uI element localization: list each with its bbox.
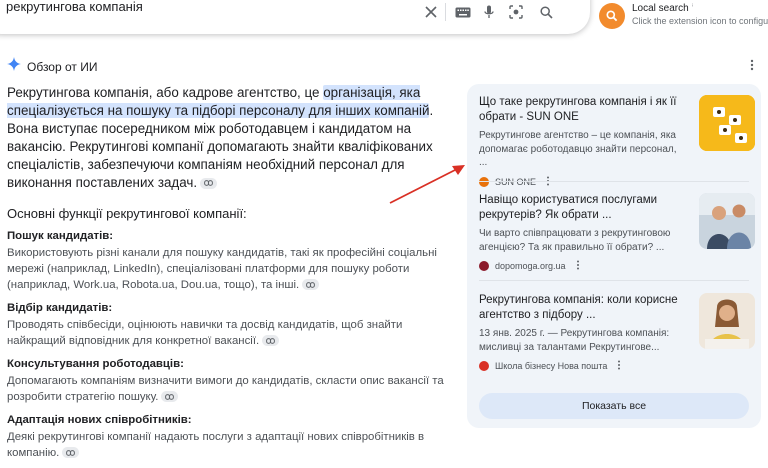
source-title[interactable]: Що таке рекрутингова компанія і як її об… (479, 95, 685, 125)
section-title: Консультування роботодавців: (7, 358, 184, 370)
ai-overview-header: Обзор от ИИ (7, 57, 97, 76)
source-divider (479, 280, 749, 281)
info-icon: ⁱ (691, 4, 693, 11)
source-snippet: 13 янв. 2025 г. — Рекрутингова компанія:… (479, 328, 670, 353)
close-icon[interactable] (421, 3, 441, 21)
source-snippet: Рекрутингове агентство – це компанія, як… (479, 130, 677, 168)
source-site: Школа бізнесу Нова пошта (495, 361, 608, 371)
source-item[interactable]: Навіщо користуватися послугами рекрутері… (479, 193, 755, 272)
more-options-icon[interactable] (576, 260, 580, 272)
section-body: Допомагають компаніям визначити вимоги д… (7, 375, 444, 403)
section-body: Деякі рекрутингові компанії надають посл… (7, 431, 425, 459)
source-thumbnail[interactable] (699, 95, 755, 151)
more-options-icon[interactable] (750, 58, 760, 72)
camera-search-icon[interactable] (506, 3, 526, 21)
source-title[interactable]: Навіщо користуватися послугами рекрутері… (479, 193, 685, 223)
source-item[interactable]: Рекрутингова компанія: коли корисне аген… (479, 293, 755, 372)
functions-heading: Основні функції рекрутингової компанії: (7, 206, 247, 221)
section-title: Адаптація нових співробітників: (7, 414, 192, 426)
show-all-button[interactable]: Показать все (479, 393, 749, 419)
intro-paragraph: Рекрутингова компанія, або кадрове агент… (7, 85, 434, 190)
link-icon[interactable] (200, 177, 218, 189)
link-icon[interactable] (62, 447, 80, 459)
source-item[interactable]: Що таке рекрутингова компанія і як її об… (479, 95, 755, 188)
source-title[interactable]: Рекрутингова компанія: коли корисне аген… (479, 293, 685, 323)
link-icon[interactable] (262, 335, 280, 347)
source-meta: dopomoga.org.ua (479, 260, 755, 272)
search-input[interactable]: рекрутингова компанія (6, 0, 143, 14)
ai-overview-content: Рекрутингова компанія, або кадрове агент… (7, 84, 447, 461)
link-icon[interactable] (161, 391, 179, 403)
section-body: Використовують різні канали для пошуку к… (7, 247, 437, 291)
top-bar: рекрутингова компанія Local search ⁱ Clic… (0, 0, 768, 44)
ai-overview-title: Обзор от ИИ (27, 59, 98, 74)
more-options-icon[interactable] (617, 360, 621, 372)
extension-search-icon[interactable] (599, 3, 625, 29)
sources-card: Що таке рекрутингова компанія і як її об… (467, 84, 761, 428)
section-body: Проводять співбесіди, оцінюють навички т… (7, 319, 403, 347)
section-title: Пошук кандидатів: (7, 230, 114, 242)
search-icon[interactable] (536, 3, 556, 21)
extension-title: Local search ⁱ (632, 3, 693, 14)
source-meta: Школа бізнесу Нова пошта (479, 360, 755, 372)
favicon-icon (479, 361, 489, 371)
annotation-arrow-icon (389, 165, 465, 204)
sparkle-icon (7, 57, 21, 76)
source-thumbnail[interactable] (699, 293, 755, 349)
extension-subtitle: Click the extension icon to configure (632, 16, 768, 26)
search-box[interactable]: рекрутингова компанія (0, 0, 590, 34)
source-snippet: Чи варто співпрацювати з рекрутинговою а… (479, 228, 671, 253)
keyboard-icon[interactable] (453, 3, 473, 21)
favicon-icon (479, 261, 489, 271)
section-title: Відбір кандидатів: (7, 302, 113, 314)
source-divider (479, 181, 749, 182)
link-icon[interactable] (302, 279, 320, 291)
search-divider (445, 3, 446, 21)
source-site: dopomoga.org.ua (495, 261, 566, 271)
source-thumbnail[interactable] (699, 193, 755, 249)
microphone-icon[interactable] (479, 3, 499, 21)
